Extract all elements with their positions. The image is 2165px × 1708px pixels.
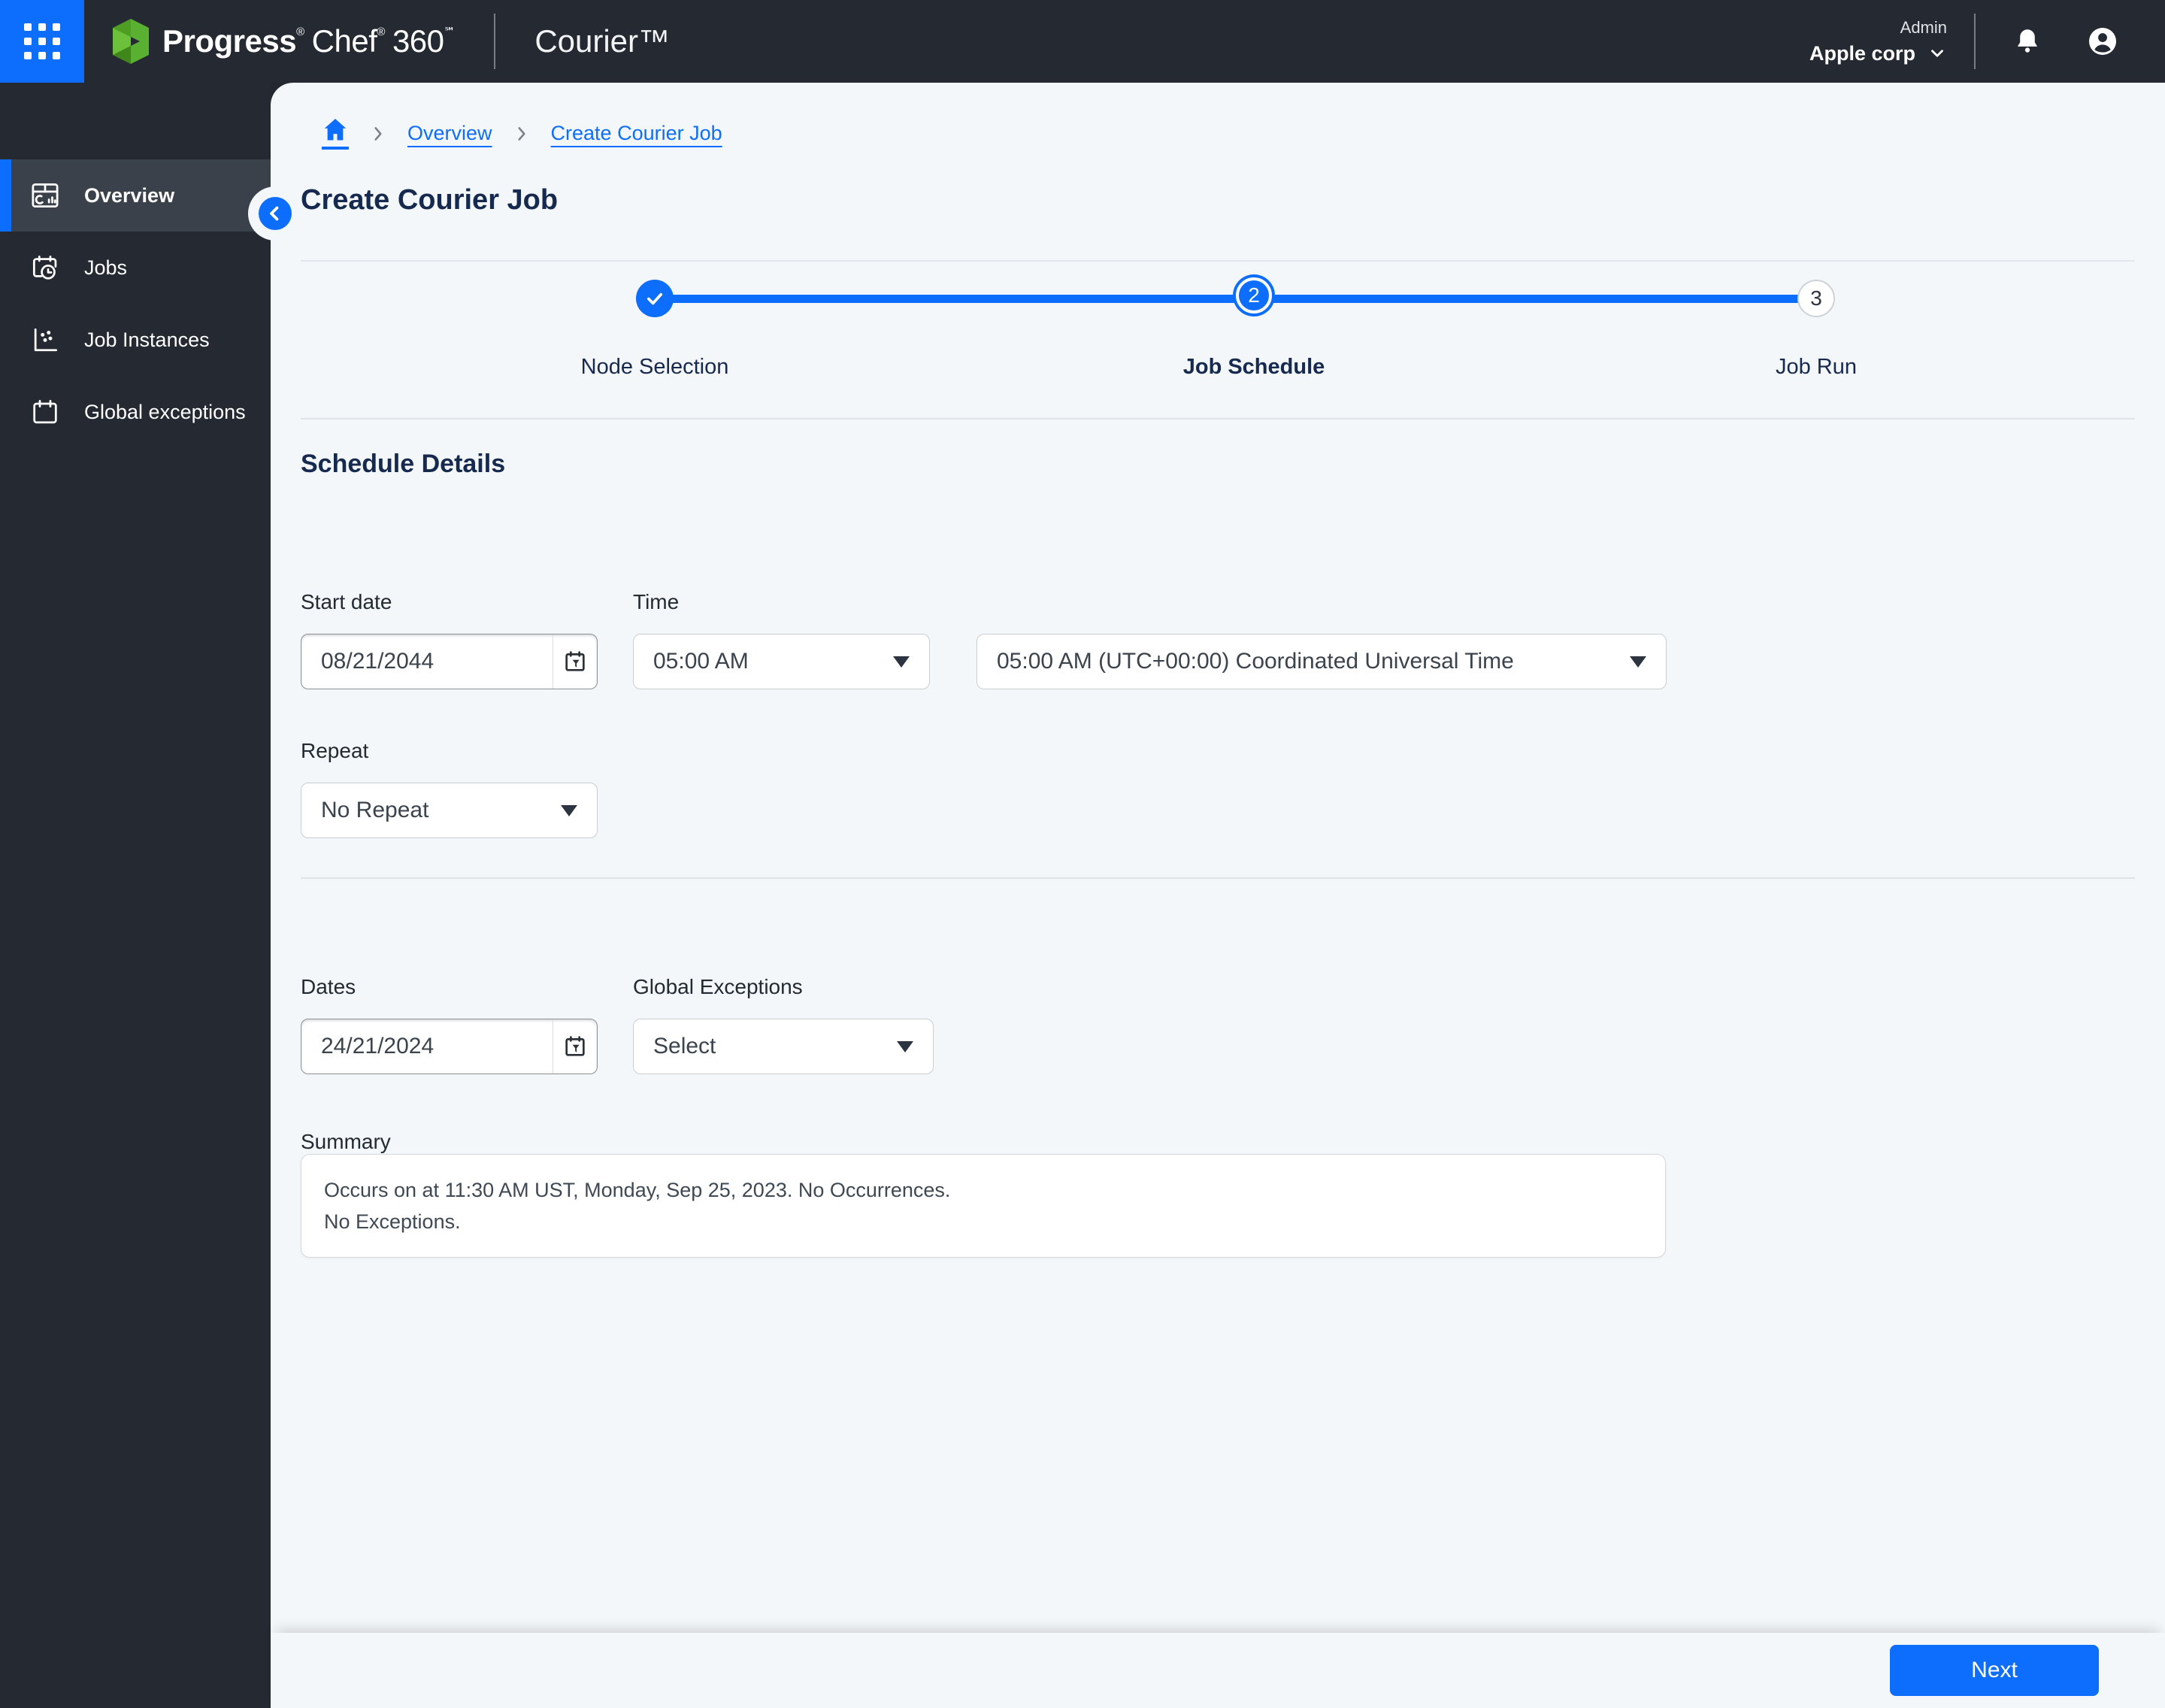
- step-job-run-indicator[interactable]: 3: [1797, 280, 1835, 317]
- app-window: Progress® Chef® 360℠ Courier™ Admin Apple …: [0, 0, 2165, 1708]
- header-divider: [1974, 14, 1976, 69]
- repeat-label: Repeat: [301, 739, 369, 762]
- brand-logo: Progress® Chef® 360℠: [110, 19, 456, 64]
- top-header-bar: Progress® Chef® 360℠ Courier™ Admin Apple …: [0, 0, 2165, 83]
- start-date-input[interactable]: [301, 634, 553, 689]
- schedule-row: Start date 08/21/2044 Time 05:00 AM 05:0…: [301, 590, 2135, 689]
- header-right-cluster: Admin Apple corp: [1809, 14, 2165, 69]
- user-role-label: Admin: [1900, 17, 1947, 37]
- dates-group: Dates: [301, 975, 598, 1074]
- summary-line-1: Occurs on at 11:30 AM UST, Monday, Sep 2…: [324, 1179, 951, 1201]
- breadcrumb-home-link[interactable]: [322, 117, 349, 150]
- start-date-calendar-button[interactable]: [553, 634, 597, 689]
- step-number: 3: [1810, 286, 1822, 310]
- account-menu-button[interactable]: [2085, 24, 2120, 59]
- time-label: Time: [633, 590, 680, 613]
- chevron-left-icon: [259, 197, 292, 230]
- summary-line-2: No Exceptions.: [324, 1210, 461, 1233]
- breadcrumb: Overview Create Courier Job: [271, 83, 2165, 150]
- product-name: Courier™: [534, 23, 671, 59]
- sidebar-item-label: Jobs: [84, 256, 128, 279]
- check-icon: [646, 292, 663, 305]
- divider: [301, 418, 2135, 419]
- chevron-right-icon: [368, 124, 388, 144]
- home-icon: [324, 119, 347, 141]
- account-icon: [2088, 27, 2117, 56]
- summary-label: Summary: [301, 1130, 391, 1153]
- sidebar-item-label: Job Instances: [84, 328, 210, 351]
- section-title: Schedule Details: [301, 450, 506, 478]
- sidebar-item-jobs[interactable]: Jobs: [0, 232, 271, 304]
- notifications-button[interactable]: [2012, 26, 2043, 57]
- wizard-stepper: 2 3 Node Selection Job Schedule Job Run: [301, 262, 2135, 418]
- caret-down-icon: [1630, 656, 1646, 668]
- caret-down-icon: [561, 804, 577, 816]
- repeat-row: Repeat No Repeat: [301, 739, 2135, 838]
- sidebar-item-label: Global exceptions: [84, 400, 246, 423]
- dates-field: [301, 1019, 598, 1074]
- summary-section: Summary Occurs on at 11:30 AM UST, Monda…: [301, 1130, 2135, 1258]
- timezone-group: 05:00 AM (UTC+00:00) Coordinated Univers…: [977, 634, 1667, 689]
- summary-box: Occurs on at 11:30 AM UST, Monday, Sep 2…: [301, 1154, 1666, 1258]
- global-exceptions-select[interactable]: Select: [633, 1019, 934, 1074]
- org-name-label: Apple corp: [1809, 41, 1915, 65]
- chevron-down-icon: [1931, 50, 1943, 57]
- dates-label: Dates: [301, 975, 356, 998]
- step-number: 2: [1248, 283, 1260, 307]
- next-button[interactable]: Next: [1890, 1645, 2099, 1696]
- divider: [301, 877, 2135, 879]
- repeat-group: Repeat No Repeat: [301, 739, 598, 838]
- time-value: 05:00 AM: [653, 649, 749, 674]
- org-switcher[interactable]: Admin Apple corp: [1809, 18, 1947, 65]
- repeat-select[interactable]: No Repeat: [301, 783, 598, 838]
- global-exceptions-value: Select: [653, 1034, 716, 1058]
- waffle-icon: [24, 23, 60, 59]
- sidebar-item-overview[interactable]: Overview: [0, 159, 271, 232]
- dates-calendar-button[interactable]: [553, 1019, 597, 1074]
- bell-icon: [2017, 29, 2038, 53]
- global-exceptions-label: Global Exceptions: [633, 975, 803, 998]
- calendar-icon: [33, 399, 57, 424]
- step-label-job-run: Job Run: [1775, 355, 1858, 379]
- app-launcher-button[interactable]: [0, 0, 84, 83]
- time-group: Time 05:00 AM: [633, 590, 930, 689]
- step-job-schedule-indicator[interactable]: 2: [1236, 277, 1272, 313]
- page-title: Create Courier Job: [301, 184, 559, 216]
- sidebar-item-global-exceptions[interactable]: Global exceptions: [0, 376, 271, 448]
- start-date-label: Start date: [301, 590, 392, 613]
- main-content: Overview Create Courier Job Create Couri…: [271, 83, 2165, 1708]
- timezone-value: 05:00 AM (UTC+00:00) Coordinated Univers…: [997, 649, 1514, 674]
- sidebar-collapse-button[interactable]: [248, 186, 302, 241]
- sidebar-nav: Overview Jobs Job Instances Global excep…: [0, 83, 271, 1708]
- start-date-field: [301, 634, 598, 689]
- overview-icon: [32, 183, 59, 208]
- step-label-job-schedule: Job Schedule: [1182, 355, 1325, 379]
- sidebar-item-job-instances[interactable]: Job Instances: [0, 304, 271, 376]
- step-node-selection-indicator[interactable]: [636, 280, 674, 317]
- dates-row: Dates 24/21/2024 Global Exceptions Selec…: [301, 975, 2135, 1074]
- step-label-node-selection: Node Selection: [580, 355, 729, 379]
- time-select[interactable]: 05:00 AM: [633, 634, 930, 689]
- breadcrumb-overview-link[interactable]: Overview: [407, 122, 492, 145]
- repeat-value: No Repeat: [321, 798, 429, 822]
- calendar-picker-icon: [565, 651, 585, 671]
- start-date-group: Start date: [301, 590, 598, 689]
- timezone-select[interactable]: 05:00 AM (UTC+00:00) Coordinated Univers…: [977, 634, 1667, 689]
- app-body: Overview Jobs Job Instances Global excep…: [0, 83, 2165, 1708]
- wizard-footer: Next: [271, 1633, 2165, 1708]
- scatter-plot-icon: [34, 328, 58, 352]
- caret-down-icon: [897, 1040, 913, 1052]
- global-exceptions-group: Global Exceptions Select: [633, 975, 934, 1074]
- chevron-right-icon: [512, 124, 531, 144]
- dates-input[interactable]: [301, 1019, 553, 1074]
- jobs-calendar-clock-icon: [32, 255, 57, 280]
- sidebar-item-label: Overview: [84, 183, 175, 207]
- caret-down-icon: [893, 656, 910, 668]
- calendar-picker-icon: [565, 1036, 585, 1056]
- breadcrumb-create-courier-job-link[interactable]: Create Courier Job: [551, 122, 722, 145]
- brand-wordmark: Progress® Chef® 360℠: [162, 23, 456, 59]
- progress-chevron-icon: [113, 19, 149, 64]
- header-divider: [494, 14, 496, 69]
